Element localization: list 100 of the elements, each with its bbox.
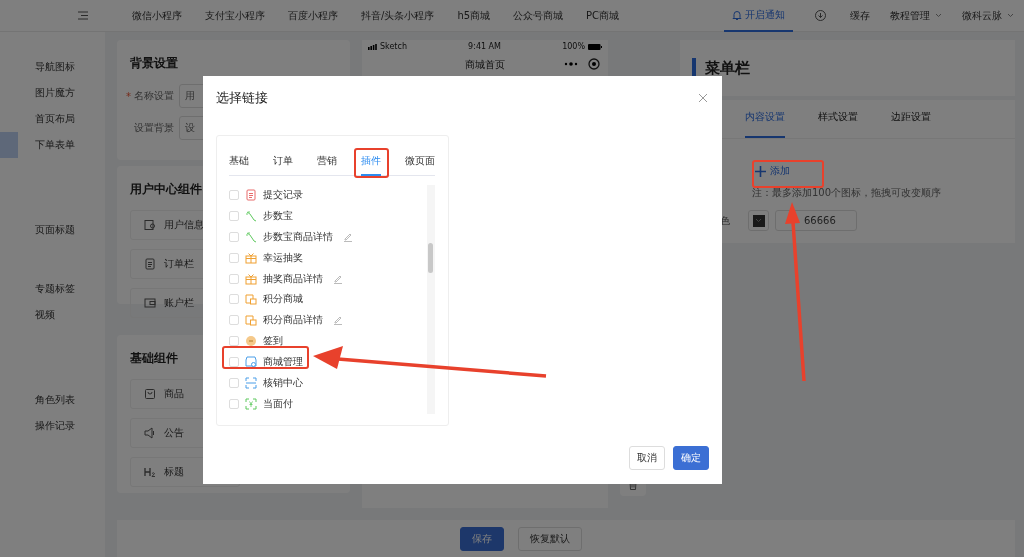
link-label[interactable]: 商城管理: [263, 354, 303, 369]
plus-icon: [755, 165, 766, 177]
link-label[interactable]: 步数宝商品详情: [263, 230, 333, 245]
sidebar-item[interactable]: 角色列表: [0, 387, 105, 413]
battery-label: 100%: [562, 42, 585, 51]
checkbox[interactable]: [229, 273, 239, 284]
sidebar-item[interactable]: 操作记录: [0, 413, 105, 439]
platform-tab[interactable]: 抖音/头条小程序: [361, 8, 435, 23]
confirm-button[interactable]: 确定: [673, 446, 709, 470]
scrollbar[interactable]: [427, 185, 435, 414]
sidebar-item[interactable]: 导航图标: [0, 54, 105, 80]
checkbox[interactable]: [229, 232, 239, 243]
speaker-icon: [144, 427, 156, 439]
store-icon: [245, 314, 257, 327]
gift-icon: [245, 251, 257, 264]
caret-icon: [1007, 13, 1014, 18]
wallet-icon: [144, 297, 156, 309]
caret-icon: [755, 218, 762, 223]
checkbox[interactable]: [229, 190, 239, 201]
menu-label[interactable]: 教程管理: [890, 8, 930, 23]
notify-tab[interactable]: 开启通知: [724, 0, 793, 32]
link-label[interactable]: 核销中心: [263, 375, 303, 390]
reset-button[interactable]: 恢复默认: [518, 526, 582, 551]
shop-icon: [245, 355, 257, 368]
checkbox[interactable]: [229, 398, 239, 409]
link-label[interactable]: 当面付: [263, 396, 293, 411]
sidebar-item[interactable]: 专题标签: [0, 276, 105, 302]
platform-tab[interactable]: PC商城: [586, 8, 620, 23]
link-label[interactable]: 抽奖商品详情: [263, 271, 323, 286]
card-title: 基础组件: [130, 350, 178, 367]
platform-tab[interactable]: 支付宝小程序: [205, 8, 265, 23]
menu-label[interactable]: 微科云脉: [962, 8, 1002, 23]
highlight-frame: [752, 160, 824, 188]
edit-icon[interactable]: [343, 232, 353, 243]
sidebar-item[interactable]: 视频: [0, 302, 105, 328]
link-tab[interactable]: 微页面: [405, 154, 435, 176]
scan-yuan-icon: [245, 397, 257, 410]
checkbox[interactable]: [229, 252, 239, 263]
checkbox[interactable]: [229, 377, 239, 388]
checkbox[interactable]: [229, 211, 239, 222]
color-picker[interactable]: [748, 210, 769, 231]
store-icon: [245, 293, 257, 306]
settings-tab[interactable]: 内容设置: [745, 110, 785, 138]
hint-text: 注：最多添加100个图标，拖拽可改变顺序: [752, 186, 943, 200]
platform-tab[interactable]: 百度小程序: [288, 8, 338, 23]
highlight-frame: [354, 148, 389, 178]
edit-icon[interactable]: [333, 315, 343, 326]
close-icon: [699, 93, 707, 102]
platform-tab[interactable]: 微信小程序: [132, 8, 182, 23]
user-card-icon: [144, 219, 156, 231]
field-label: 色: [720, 213, 730, 228]
accent-bar: [692, 58, 696, 78]
coin-icon: [245, 335, 257, 348]
link-label[interactable]: 积分商城: [263, 292, 303, 307]
edit-icon[interactable]: [333, 273, 343, 284]
checkbox[interactable]: [229, 315, 239, 326]
add-button[interactable]: 添加: [752, 160, 793, 182]
menu-icon[interactable]: [78, 11, 88, 20]
checkbox[interactable]: [229, 294, 239, 305]
target-icon[interactable]: [588, 58, 600, 70]
link-label[interactable]: 幸运抽奖: [263, 250, 303, 265]
field-label: 名称设置: [134, 89, 174, 103]
heading-icon: [144, 466, 156, 478]
caret-icon: [935, 13, 942, 18]
gift-icon: [245, 272, 257, 285]
sidebar-item[interactable]: 图片魔方: [0, 80, 105, 106]
download-icon[interactable]: [815, 10, 826, 21]
settings-tab[interactable]: 样式设置: [818, 110, 858, 138]
bag-icon: [144, 388, 156, 400]
sidebar-item[interactable]: 首页布局: [0, 106, 105, 132]
card-title: 用户中心组件: [130, 181, 202, 198]
page-title: 商城首页: [465, 58, 505, 72]
close-button[interactable]: [699, 93, 709, 104]
cancel-button[interactable]: 取消: [629, 446, 665, 470]
sidebar-item[interactable]: 页面标题: [0, 217, 105, 243]
bell-icon: [732, 9, 742, 20]
document-icon: [245, 189, 257, 202]
carrier-label: Sketch: [380, 42, 407, 51]
link-label[interactable]: 签到: [263, 334, 283, 349]
settings-tab[interactable]: 边距设置: [891, 110, 931, 138]
platform-tab[interactable]: h5商城: [457, 8, 491, 23]
battery-icon: [588, 43, 602, 50]
scan-icon: [245, 376, 257, 389]
link-label[interactable]: 步数宝: [263, 209, 293, 224]
dialog-title: 选择链接: [216, 90, 268, 107]
checkbox[interactable]: [229, 336, 239, 347]
link-tab[interactable]: 订单: [273, 154, 293, 176]
required-mark: *: [126, 90, 131, 102]
save-button[interactable]: 保存: [460, 526, 504, 551]
clock-label: 9:41 AM: [468, 42, 501, 51]
platform-tab[interactable]: 公众号商城: [513, 8, 564, 23]
card-title: 背景设置: [130, 55, 178, 72]
link-tab[interactable]: 营销: [317, 154, 337, 176]
link-label[interactable]: 积分商品详情: [263, 313, 323, 328]
cache-link[interactable]: 缓存: [850, 8, 870, 23]
link-tab[interactable]: 基础: [229, 154, 249, 176]
field-label: 设置背景: [134, 121, 174, 135]
document-icon: [144, 258, 156, 270]
link-label[interactable]: 提交记录: [263, 188, 303, 203]
panel-title: 菜单栏: [705, 58, 750, 78]
